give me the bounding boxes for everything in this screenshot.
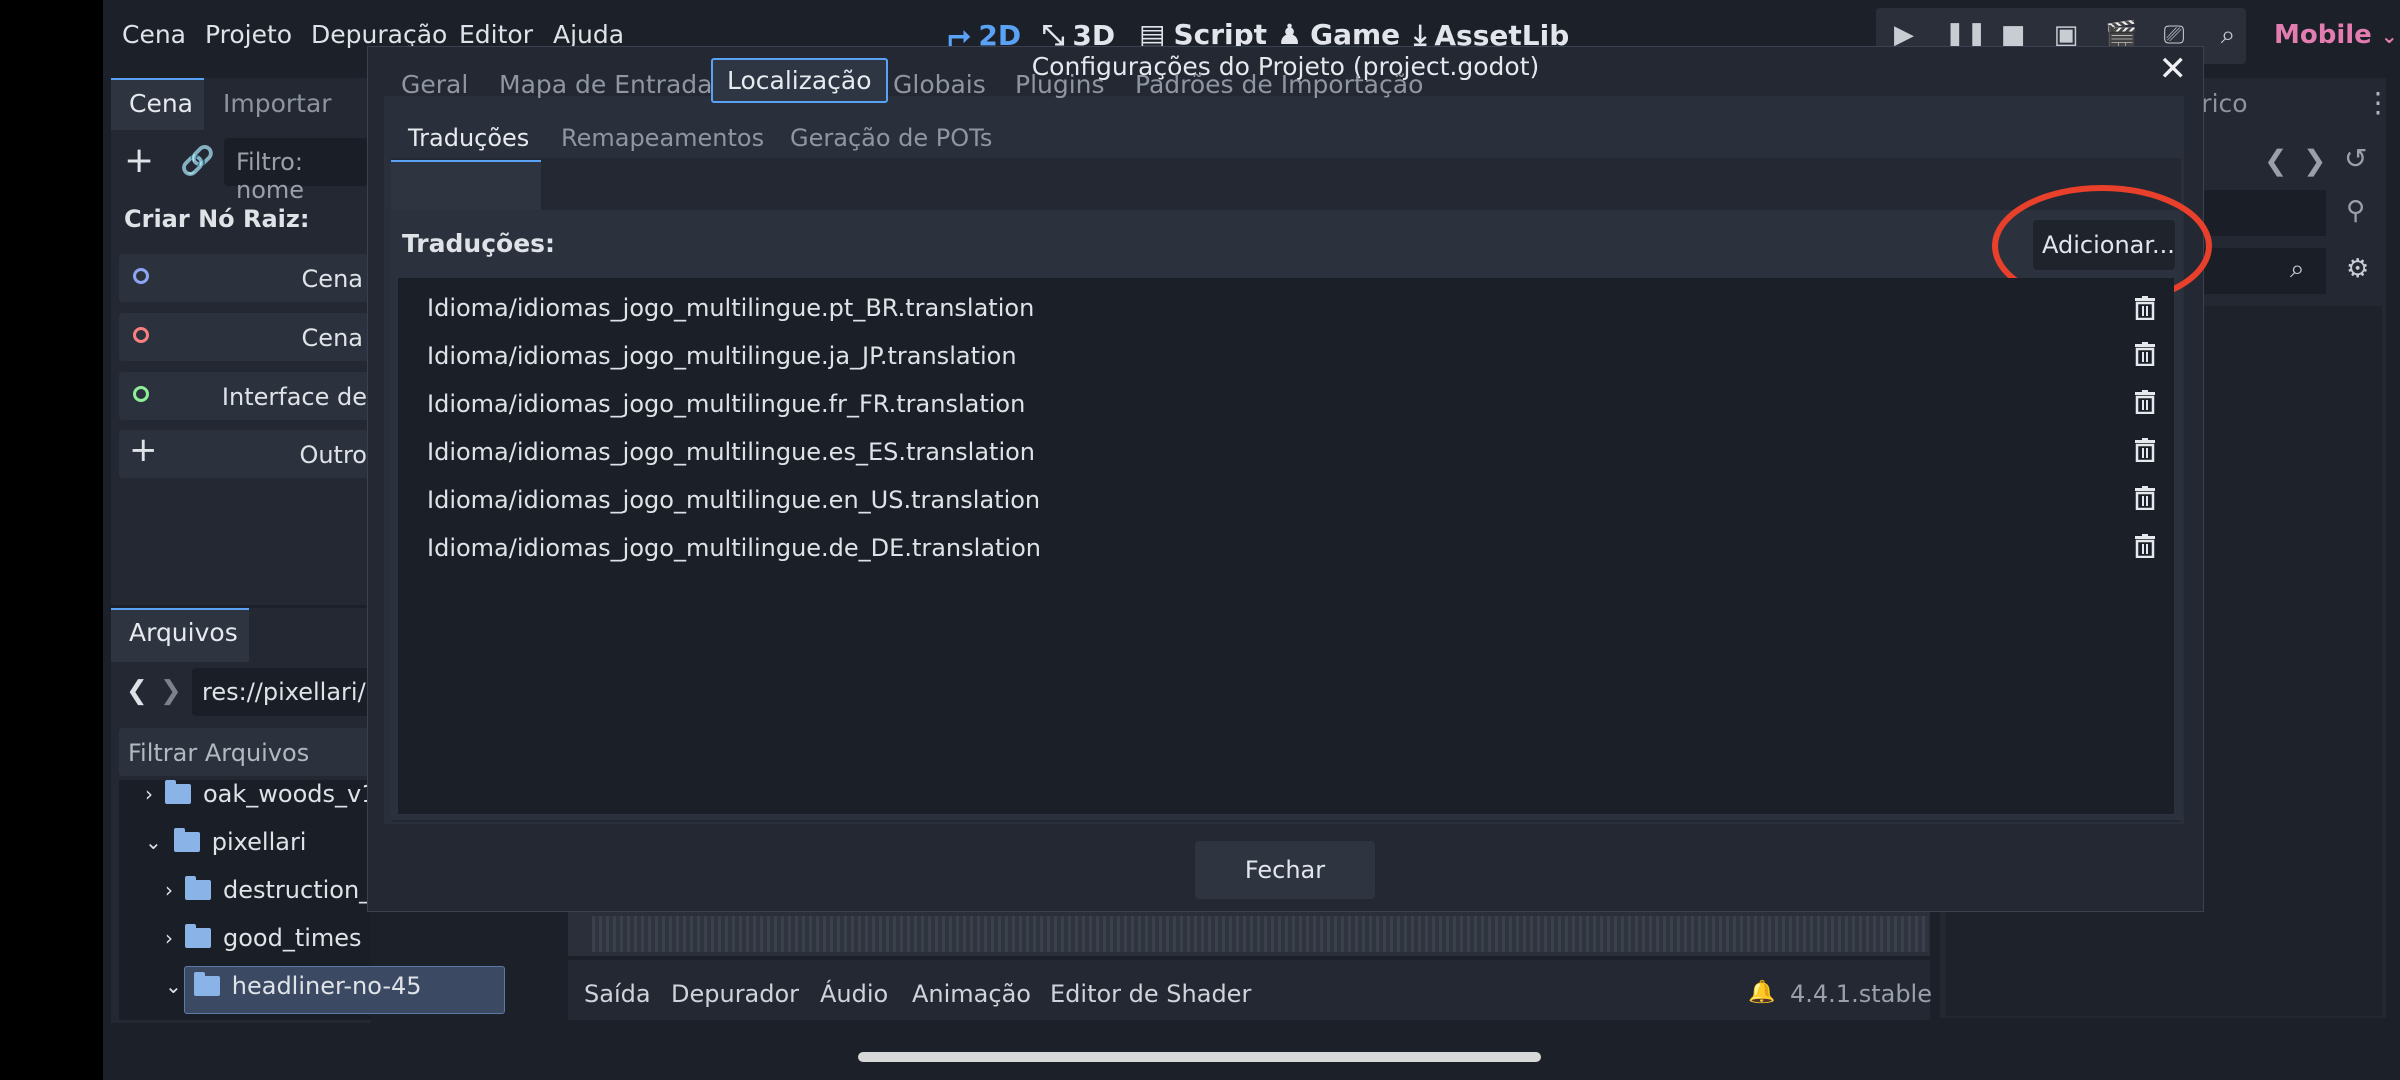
menu-project[interactable]: Projeto [205, 20, 292, 49]
translation-item-es-es[interactable]: Idioma/idiomas_jogo_multilingue.es_ES.tr… [427, 438, 1035, 466]
chevron-right-icon: › [165, 878, 173, 902]
timeline-track[interactable] [592, 916, 1928, 952]
folder-icon [185, 876, 211, 900]
doc-icon[interactable]: ⚲ [2346, 196, 2365, 226]
menu-help[interactable]: Ajuda [553, 20, 624, 49]
filter-files-input[interactable]: Filtrar Arquivos [119, 728, 371, 776]
forward-icon[interactable]: ❯ [160, 676, 182, 706]
notification-bell-icon[interactable]: 🔔 [1748, 980, 1775, 1005]
add-node-icon[interactable]: + [124, 140, 154, 181]
renderer-selector[interactable]: Mobile ⌄ [2274, 20, 2398, 50]
folder-icon [185, 924, 211, 948]
tree-folder-headliner[interactable]: ⌄ headliner-no-45 [165, 972, 422, 1000]
folder-icon [165, 780, 191, 804]
tree-folder-pixellari[interactable]: ⌄ pixellari [145, 828, 306, 856]
tools-icon[interactable]: ⚙ [2346, 254, 2369, 284]
chevron-down-icon: ⌄ [2380, 24, 2398, 48]
tab-files-label: Arquivos [129, 618, 238, 647]
chevron-right-icon: › [165, 926, 173, 950]
tree-folder-oak-woods[interactable]: › oak_woods_v1 [145, 780, 377, 808]
trash-icon[interactable] [2134, 534, 2156, 558]
subtab-translations[interactable] [391, 160, 541, 212]
back-icon[interactable]: ❮ [126, 676, 148, 706]
menu-editor[interactable]: Editor [459, 20, 533, 49]
trash-icon[interactable] [2134, 438, 2156, 462]
trash-icon[interactable] [2134, 342, 2156, 366]
debug-search-icon[interactable]: ⌕ [2213, 20, 2243, 50]
chevron-right-icon: › [145, 782, 153, 806]
translation-item-pt-br[interactable]: Idioma/idiomas_jogo_multilingue.pt_BR.tr… [427, 294, 1034, 322]
tab-general[interactable]: Geral [401, 70, 468, 99]
history-forward-icon[interactable]: ❯ [2303, 144, 2326, 177]
create-root-label: Criar Nó Raiz: [124, 205, 310, 233]
tree-folder-good-times[interactable]: › good_times [165, 924, 362, 952]
chevron-down-icon: ⌄ [145, 830, 162, 854]
tab-localization[interactable]: Localização [711, 58, 888, 103]
folder-icon [193, 972, 220, 996]
home-indicator[interactable] [858, 1052, 1541, 1062]
version-label: 4.4.1.stable [1790, 980, 1932, 1008]
close-icon[interactable]: ✕ [2159, 49, 2188, 89]
history-icon[interactable]: ↺ [2344, 142, 2367, 175]
control-icon [133, 386, 149, 402]
menu-debug[interactable]: Depuração [311, 20, 447, 49]
tab-globals[interactable]: Globais [893, 70, 986, 99]
tab-audio[interactable]: Áudio [820, 980, 888, 1008]
translation-item-de-de[interactable]: Idioma/idiomas_jogo_multilingue.de_DE.tr… [427, 534, 1041, 562]
search-icon[interactable]: ⌕ [2290, 254, 2305, 285]
subtab-remaps[interactable]: Remapeamentos [561, 124, 764, 152]
translation-item-en-us[interactable]: Idioma/idiomas_jogo_multilingue.en_US.tr… [427, 486, 1040, 514]
subtab-translations-label: Traduções [408, 124, 530, 152]
path-input[interactable]: res://pixellari/h [192, 668, 381, 716]
menu-scene[interactable]: Cena [122, 20, 186, 49]
translation-item-ja-jp[interactable]: Idioma/idiomas_jogo_multilingue.ja_JP.tr… [427, 342, 1017, 370]
trash-icon[interactable] [2134, 296, 2156, 320]
root-ui-button[interactable]: Interface de [119, 372, 369, 420]
link-icon[interactable]: 🔗 [180, 144, 215, 177]
root-other-button[interactable]: + Outro [119, 430, 369, 478]
subtab-pot-generation[interactable]: Geração de POTs [790, 124, 992, 152]
plus-icon: + [129, 430, 158, 470]
tab-shader-editor[interactable]: Editor de Shader [1050, 980, 1251, 1008]
tab-debugger[interactable]: Depurador [671, 980, 799, 1008]
tab-import-defaults[interactable]: Padrões de Importação [1135, 70, 1423, 99]
kebab-menu-icon[interactable]: ⋮ [2364, 86, 2392, 119]
translations-label: Traduções: [402, 229, 556, 258]
root-2d-scene-button[interactable]: Cena [119, 254, 369, 302]
translation-item-fr-fr[interactable]: Idioma/idiomas_jogo_multilingue.fr_FR.tr… [427, 390, 1025, 418]
folder-icon [173, 828, 200, 852]
tab-plugins[interactable]: Plugins [1015, 70, 1105, 99]
trash-icon[interactable] [2134, 486, 2156, 510]
node3d-icon [133, 327, 149, 343]
chevron-down-icon: ⌄ [165, 974, 182, 998]
tree-folder-destruction[interactable]: › destruction_ [165, 876, 371, 904]
tab-animation[interactable]: Animação [912, 980, 1031, 1008]
tab-input-map[interactable]: Mapa de Entrada [499, 70, 712, 99]
tab-import[interactable]: Importar [223, 89, 332, 118]
tab-scene-label: Cena [129, 89, 194, 118]
history-back-icon[interactable]: ❮ [2264, 144, 2287, 177]
trash-icon[interactable] [2134, 390, 2156, 414]
node2d-icon [133, 268, 149, 284]
close-dialog-button[interactable]: Fechar [1195, 841, 1375, 899]
tab-output[interactable]: Saída [584, 980, 651, 1008]
root-3d-scene-button[interactable]: Cena [119, 313, 369, 361]
scene-filter-input[interactable]: Filtro: nome [224, 138, 374, 204]
